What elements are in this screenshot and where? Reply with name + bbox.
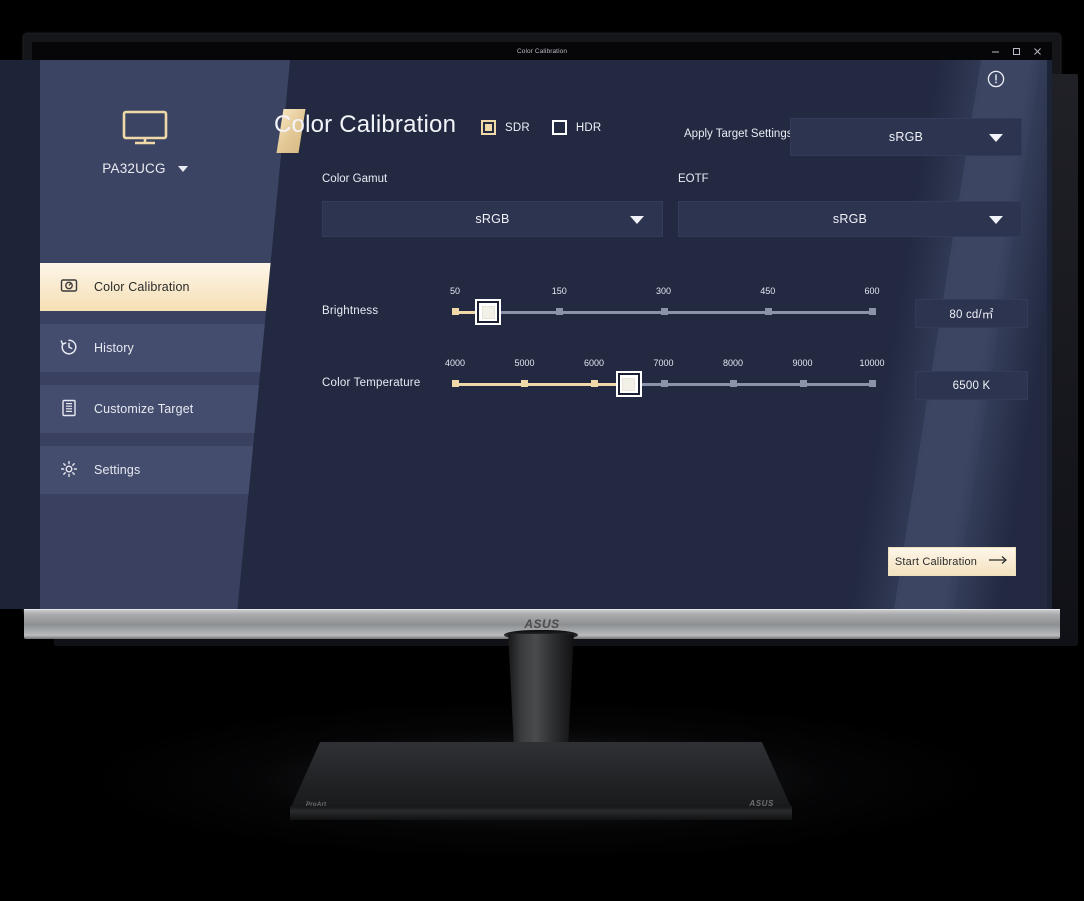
apply-target-settings-value: sRGB	[888, 130, 924, 144]
brightness-slider[interactable]: 50 150 300 450 600	[450, 286, 880, 330]
slider-tick	[660, 380, 668, 387]
slider-tick	[764, 308, 772, 315]
slider-tick	[869, 308, 876, 315]
dynamic-range-mode-group: SDR HDR	[481, 120, 601, 135]
tick-label: 8000	[722, 358, 743, 368]
color-gamut-label: Color Gamut	[322, 173, 388, 185]
color-temperature-slider[interactable]: 4000 5000 6000 7000 8000 9000 10000	[445, 358, 885, 402]
slider-tick	[660, 308, 668, 315]
device-name: PA32UCG	[102, 161, 166, 176]
arrow-right-icon	[989, 555, 1009, 568]
sidebar-item-label: History	[94, 341, 134, 355]
brightness-value[interactable]: 80 cd/㎡	[915, 299, 1028, 328]
window-titlebar: Color Calibration	[32, 42, 1052, 60]
sidebar-item-label: Customize Target	[94, 402, 194, 416]
tick-label: 50	[449, 286, 461, 296]
tick-label: 6000	[583, 358, 604, 368]
brightness-label: Brightness	[322, 305, 379, 317]
monitor-stand-neck	[508, 634, 574, 756]
hdr-checkbox[interactable]	[551, 120, 567, 135]
color-temperature-tick-labels: 4000 5000 6000 7000 8000 9000 10000	[445, 358, 885, 374]
close-icon[interactable]	[1033, 47, 1042, 56]
tick-label: 300	[655, 286, 672, 296]
gear-icon	[60, 460, 78, 481]
app-window: PA32UCG Color Calibration History Custom…	[40, 60, 1047, 609]
mode-option-hdr[interactable]: HDR	[551, 120, 602, 135]
history-clock-icon	[60, 338, 78, 359]
tick-label: 10000	[859, 358, 885, 368]
mode-option-sdr[interactable]: SDR	[481, 120, 530, 135]
color-temperature-value[interactable]: 6500 K	[915, 371, 1028, 400]
chevron-down-icon[interactable]	[177, 165, 188, 172]
stand-base-lip	[290, 806, 792, 820]
tick-label: 5000	[514, 358, 535, 368]
slider-tick	[799, 380, 807, 387]
device-selector[interactable]: PA32UCG	[40, 60, 250, 176]
chevron-down-icon	[989, 134, 1003, 142]
screenshot-root: Color Calibration PA32UCG Color Calibrat…	[0, 0, 1084, 901]
customize-target-icon	[60, 399, 78, 420]
device-name-row[interactable]: PA32UCG	[40, 161, 250, 176]
start-calibration-label: Start Calibration	[894, 555, 978, 568]
start-calibration-button[interactable]: Start Calibration	[888, 547, 1016, 576]
tick-label: 4000	[444, 358, 466, 368]
main-panel: Color Calibration SDR HDR Apply Target S…	[250, 60, 1047, 609]
brightness-tick-labels: 50 150 300 450 600	[450, 286, 880, 302]
slider-tick	[869, 380, 876, 387]
color-temperature-thumb[interactable]	[617, 373, 640, 395]
minimize-icon[interactable]	[991, 47, 1000, 56]
tick-label: 9000	[792, 358, 813, 368]
slider-tick	[590, 380, 598, 387]
slider-tick	[556, 308, 564, 315]
chevron-down-icon	[630, 216, 644, 224]
monitor-icon	[122, 110, 168, 151]
tick-label: 450	[760, 286, 776, 296]
eotf-dropdown[interactable]: sRGB	[678, 201, 1022, 237]
color-gamut-dropdown[interactable]: sRGB	[322, 201, 663, 237]
apply-target-settings-label: Apply Target Settings	[684, 128, 793, 140]
color-temperature-track-fill	[455, 383, 629, 386]
eotf-value: sRGB	[832, 212, 868, 226]
page-title: Color Calibration	[274, 111, 457, 138]
sidebar-item-label: Color Calibration	[94, 280, 190, 294]
monitor-screen: PA32UCG Color Calibration History Custom…	[0, 60, 1052, 609]
exclamation-circle-icon[interactable]	[987, 70, 1005, 88]
color-calibration-icon	[60, 277, 78, 298]
sidebar-item-label: Settings	[94, 463, 141, 477]
tick-label: 7000	[653, 358, 674, 368]
slider-tick	[452, 308, 459, 315]
hdr-label: HDR	[575, 121, 602, 134]
slider-tick	[521, 380, 529, 387]
tick-label: 600	[864, 286, 880, 296]
bezel-highlight	[24, 609, 1060, 610]
slider-tick	[452, 380, 459, 387]
chevron-down-icon	[989, 216, 1003, 224]
brightness-thumb[interactable]	[477, 301, 500, 323]
slider-tick	[729, 380, 737, 387]
asus-logo-bezel: ASUS	[524, 617, 560, 631]
tick-label: 150	[551, 286, 567, 296]
eotf-label: EOTF	[678, 173, 709, 185]
window-controls	[991, 42, 1042, 60]
apply-target-settings-dropdown[interactable]: sRGB	[790, 118, 1022, 156]
sdr-checkbox[interactable]	[481, 120, 496, 135]
window-title: Color Calibration	[516, 47, 568, 55]
sdr-label: SDR	[505, 121, 530, 134]
color-temperature-label: Color Temperature	[322, 377, 421, 389]
color-gamut-value: sRGB	[475, 212, 510, 226]
maximize-icon[interactable]	[1012, 47, 1021, 56]
